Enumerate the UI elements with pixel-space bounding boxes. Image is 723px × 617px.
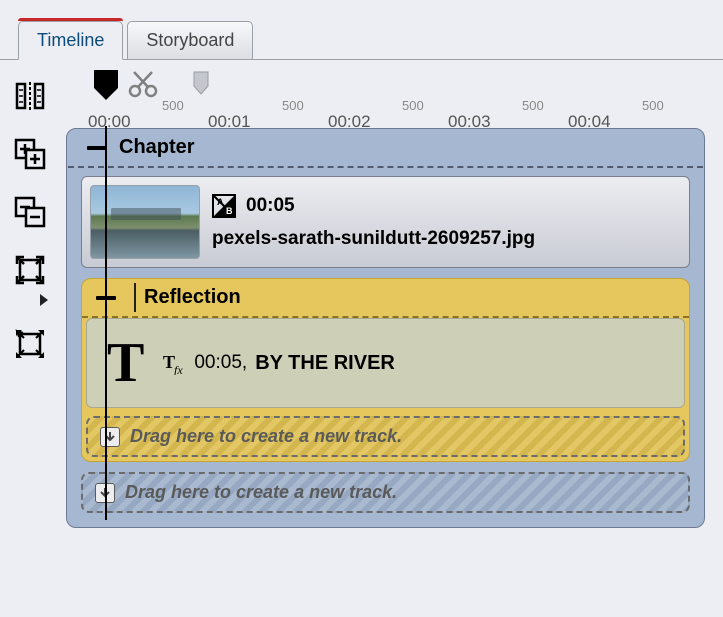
split-clip-button[interactable] <box>12 78 48 114</box>
split-clip-icon <box>14 80 46 112</box>
text-clip-duration: 00:05, <box>194 352 247 374</box>
media-filename: pexels-sarath-sunildutt-2609257.jpg <box>212 228 535 250</box>
playhead-icon[interactable] <box>92 68 120 102</box>
zoom-out-button[interactable] <box>12 194 48 230</box>
svg-text:B: B <box>226 206 233 216</box>
svg-text:fx: fx <box>174 363 183 375</box>
collapse-icon[interactable] <box>87 146 107 150</box>
scissors-icon[interactable] <box>128 70 158 98</box>
media-duration: 00:05 <box>246 195 295 217</box>
marker-icon[interactable] <box>186 70 216 98</box>
zoom-out-icon <box>14 196 46 228</box>
crop-in-button[interactable] <box>12 252 48 288</box>
down-arrow-icon <box>100 427 120 447</box>
crop-in-icon <box>14 254 46 286</box>
ruler-minor-1: 500 <box>282 98 304 113</box>
chapter-title: Chapter <box>119 136 195 159</box>
tab-bar: Timeline Storyboard <box>0 0 723 60</box>
timeline-ruler[interactable]: 00:00 500 00:01 500 00:02 500 00:03 500 … <box>66 68 705 128</box>
reflection-header[interactable]: Reflection <box>82 279 689 316</box>
text-clip[interactable]: T Tfx 00:05, BY THE RIVER <box>86 318 685 408</box>
text-type-icon: T <box>107 335 144 391</box>
text-effect-icon: Tfx <box>162 351 186 375</box>
reflection-title: Reflection <box>144 286 241 309</box>
svg-text:A: A <box>217 197 224 207</box>
chapter-track[interactable]: Chapter ABB 00:05 pexels-sarath-sunildut… <box>66 128 705 528</box>
crop-out-button[interactable] <box>12 326 48 362</box>
ruler-minor-4: 500 <box>642 98 664 113</box>
crop-out-icon <box>14 328 46 360</box>
media-clip[interactable]: ABB 00:05 pexels-sarath-sunildutt-260925… <box>81 176 690 268</box>
tab-storyboard[interactable]: Storyboard <box>127 21 253 60</box>
ruler-minor-0: 500 <box>162 98 184 113</box>
ruler-minor-2: 500 <box>402 98 424 113</box>
down-arrow-icon <box>95 483 115 503</box>
crop-submenu-arrow[interactable] <box>40 294 48 306</box>
collapse-icon[interactable] <box>96 296 116 300</box>
zoom-in-button[interactable] <box>12 136 48 172</box>
dropzone-reflection[interactable]: Drag here to create a new track. <box>86 416 685 457</box>
tab-timeline[interactable]: Timeline <box>18 21 123 60</box>
text-clip-title: BY THE RIVER <box>255 352 395 375</box>
chapter-header[interactable]: Chapter <box>81 129 690 166</box>
reflection-track[interactable]: Reflection T Tfx 00:05, BY THE RIVER Dra <box>81 278 690 462</box>
zoom-in-icon <box>14 138 46 170</box>
timeline-toolbar <box>0 60 60 617</box>
media-thumbnail <box>90 185 200 259</box>
transition-icon: ABB <box>212 194 236 218</box>
dropzone-text: Drag here to create a new track. <box>130 426 402 447</box>
ruler-minor-3: 500 <box>522 98 544 113</box>
dropzone-chapter[interactable]: Drag here to create a new track. <box>81 472 690 513</box>
dropzone-text: Drag here to create a new track. <box>125 482 397 503</box>
